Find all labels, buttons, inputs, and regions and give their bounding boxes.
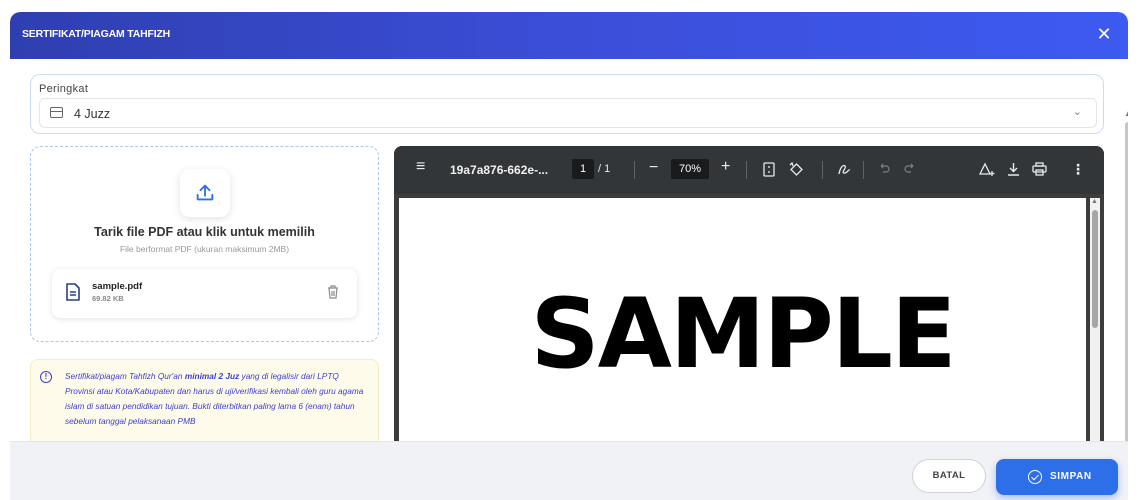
pdf-toolbar: ≡ 19a7a876-662e-... 1 / 1 − 70% + ⋮ [394, 146, 1104, 194]
pdf-scrollbar[interactable]: ▲ [1090, 198, 1100, 441]
modal-header: SERTIFIKAT/PIAGAM TAHFIZH ✕ [10, 12, 1128, 59]
more-options-icon[interactable]: ⋮ [1071, 161, 1085, 178]
pdf-filename: 19a7a876-662e-... [450, 163, 549, 177]
certificate-modal: SERTIFIKAT/PIAGAM TAHFIZH ✕ Peringkat 4 … [10, 12, 1128, 500]
rank-label: Peringkat [39, 83, 89, 95]
check-circle-icon [1028, 470, 1042, 484]
fit-page-icon[interactable] [763, 162, 775, 177]
rank-select[interactable]: 4 Juzz ⌄ [39, 98, 1097, 128]
download-icon[interactable] [1007, 162, 1020, 176]
rank-value: 4 Juzz [74, 107, 111, 121]
print-icon[interactable] [1032, 162, 1047, 176]
dropzone-subtitle: File berformat PDF (ukuran maksimum 2MB) [119, 244, 290, 254]
toolbar-divider [634, 161, 635, 179]
modal-scrollbar[interactable]: ▲ ▼ [1122, 106, 1128, 441]
modal-title: SERTIFIKAT/PIAGAM TAHFIZH [22, 28, 171, 40]
trash-icon[interactable] [327, 285, 339, 299]
dropzone-title: Tarik file PDF atau klik untuk memilih [94, 225, 315, 239]
notice-box: ! Sertifikat/piagam Tahfizh Qur'an minim… [30, 359, 379, 441]
redo-icon[interactable] [904, 162, 916, 174]
document-icon [66, 283, 80, 301]
pdf-dropzone[interactable]: Tarik file PDF atau klik untuk memilih F… [30, 146, 379, 342]
scroll-up-icon[interactable]: ▲ [1124, 109, 1128, 118]
zoom-in-button[interactable]: + [721, 158, 730, 176]
file-name: sample.pdf [92, 281, 143, 292]
modal-body: Peringkat 4 Juzz ⌄ Tarik file PDF atau k… [10, 59, 1128, 441]
page-total: / 1 [598, 163, 611, 175]
rotate-icon[interactable] [789, 162, 804, 177]
file-size: 69.82 KB [92, 294, 124, 303]
card-icon [50, 107, 63, 118]
save-button[interactable]: SIMPAN [996, 459, 1118, 495]
rank-section: Peringkat 4 Juzz ⌄ [30, 74, 1104, 134]
pdf-page-content: SAMPLE [530, 278, 956, 390]
toolbar-divider [863, 161, 864, 179]
close-icon[interactable]: ✕ [1094, 24, 1114, 44]
add-annotation-icon[interactable] [979, 162, 995, 177]
zoom-out-button[interactable]: − [649, 159, 658, 177]
toolbar-divider [822, 161, 823, 179]
uploaded-file-card: sample.pdf 69.82 KB [52, 269, 357, 318]
pdf-viewer: ≡ 19a7a876-662e-... 1 / 1 − 70% + ⋮ SAMP… [394, 146, 1104, 441]
save-button-label: SIMPAN [1050, 471, 1092, 482]
upload-button[interactable] [180, 169, 230, 217]
toolbar-divider [746, 161, 747, 179]
undo-icon[interactable] [878, 162, 890, 174]
chevron-down-icon: ⌄ [1072, 106, 1082, 118]
zoom-input[interactable]: 70% [671, 159, 709, 179]
menu-icon[interactable]: ≡ [416, 158, 425, 176]
cancel-button[interactable]: BATAL [912, 459, 986, 493]
notice-text: Sertifikat/piagam Tahfizh Qur'an minimal… [65, 371, 364, 426]
pdf-scroll-thumb[interactable] [1092, 210, 1098, 328]
modal-scroll-thumb[interactable] [1125, 122, 1128, 441]
scroll-up-icon[interactable]: ▲ [1091, 198, 1098, 205]
info-icon: ! [40, 371, 52, 383]
draw-icon[interactable] [837, 162, 851, 176]
pdf-page: SAMPLE [399, 198, 1086, 441]
page-input[interactable]: 1 [572, 159, 594, 179]
modal-footer: BATAL SIMPAN [10, 441, 1128, 500]
upload-icon [196, 184, 214, 201]
